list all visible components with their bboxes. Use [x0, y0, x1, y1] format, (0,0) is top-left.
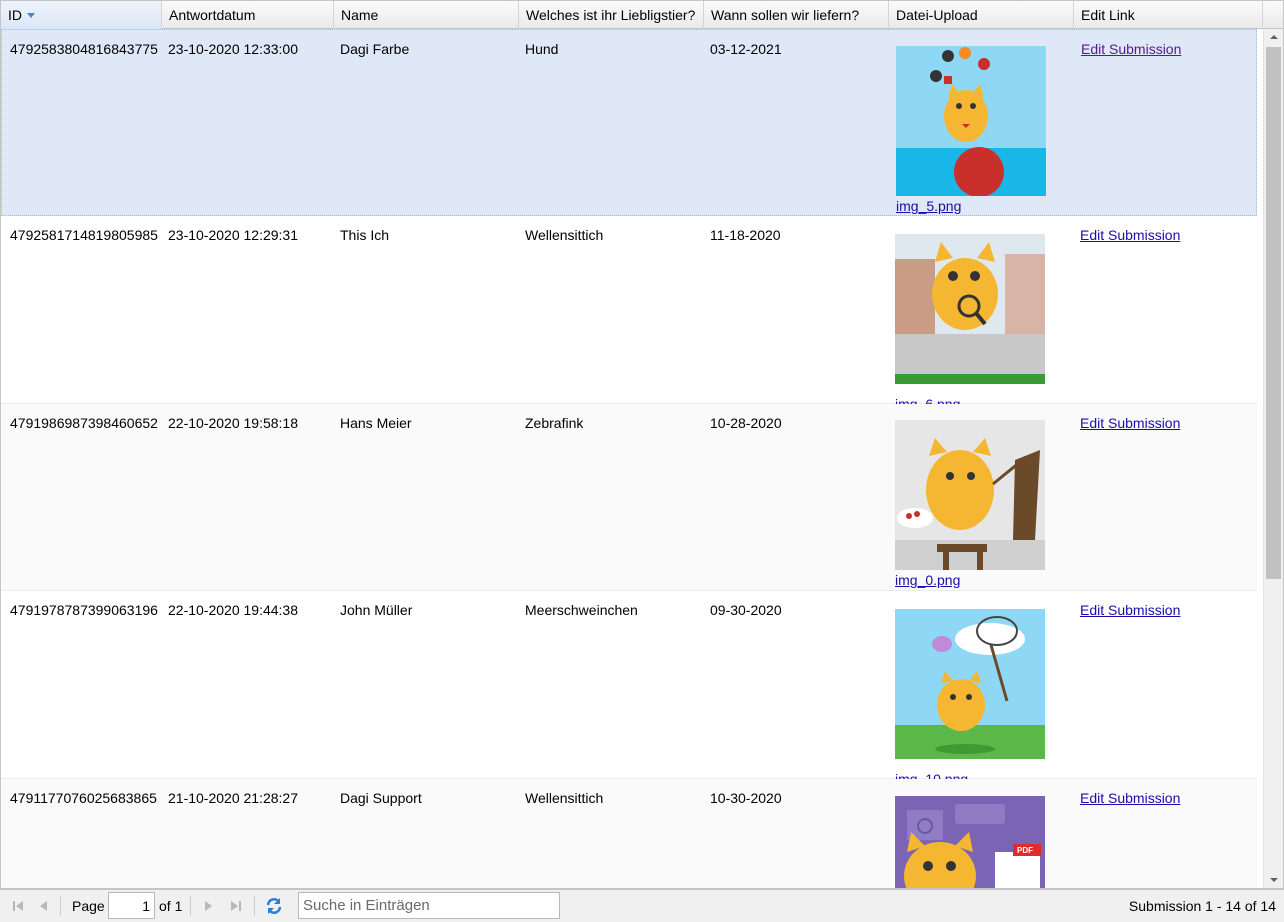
page-number-input[interactable]: [108, 892, 155, 919]
edit-submission-link[interactable]: Edit Submission: [1080, 415, 1180, 431]
cell-date: 21-10-2020 21:28:27: [168, 790, 298, 806]
cell-delivery: 11-18-2020: [710, 227, 781, 243]
file-link[interactable]: img_0.png: [895, 572, 960, 588]
search-input[interactable]: [298, 892, 560, 919]
scroll-up-arrow-icon[interactable]: [1264, 29, 1283, 45]
edit-submission-link[interactable]: Edit Submission: [1080, 227, 1180, 243]
cell-name: Dagi Farbe: [340, 41, 410, 57]
next-page-icon[interactable]: [200, 898, 216, 914]
column-header-name[interactable]: Name: [334, 1, 519, 29]
upload-thumbnail[interactable]: [895, 234, 1045, 384]
cell-date: 23-10-2020 12:33:00: [168, 41, 298, 57]
cell-delivery: 10-30-2020: [710, 790, 782, 806]
vertical-scrollbar[interactable]: [1263, 29, 1283, 888]
cell-animal: Wellensittich: [525, 790, 604, 806]
cell-id: 4792583804816843775: [10, 41, 158, 57]
sort-descending-icon: [27, 13, 35, 18]
edit-submission-link[interactable]: Edit Submission: [1081, 41, 1181, 57]
table-row[interactable]: 4791986987398460652 22-10-2020 19:58:18 …: [1, 404, 1257, 591]
upload-thumbnail[interactable]: PDF: [895, 796, 1045, 888]
cell-animal: Zebrafink: [525, 415, 584, 431]
toolbar-separator: [60, 896, 61, 916]
column-header-datei-upload[interactable]: Datei-Upload: [889, 1, 1074, 29]
result-summary: Submission 1 - 14 of 14: [1128, 898, 1276, 914]
paging-toolbar: Page of 1 Submission 1 - 14 of 14: [0, 889, 1284, 922]
file-link[interactable]: img_5.png: [896, 198, 961, 214]
cell-name: John Müller: [340, 602, 413, 618]
cell-animal: Meerschweinchen: [525, 602, 638, 618]
cell-id: 4791978787399063196: [10, 602, 158, 618]
cell-date: 22-10-2020 19:58:18: [168, 415, 298, 431]
cell-animal: Wellensittich: [525, 227, 604, 243]
column-header-id[interactable]: ID: [1, 1, 162, 29]
column-header-lieblingstier[interactable]: Welches ist ihr Liebligstier?: [519, 1, 704, 29]
submissions-grid: ID Antwortdatum Name Welches ist ihr Lie…: [0, 0, 1284, 889]
column-header-liefern[interactable]: Wann sollen wir liefern?: [704, 1, 889, 29]
first-page-icon[interactable]: [10, 898, 26, 914]
cell-id: 4792581714819805985: [10, 227, 158, 243]
refresh-icon[interactable]: [264, 896, 284, 916]
cell-id: 4791177076025683865: [10, 790, 157, 806]
scrollbar-thumb[interactable]: [1266, 47, 1281, 579]
cell-delivery: 03-12-2021: [710, 41, 782, 57]
upload-thumbnail[interactable]: [895, 420, 1045, 570]
pdf-badge-text: PDF: [1017, 846, 1033, 855]
grid-body: 4792583804816843775 23-10-2020 12:33:00 …: [1, 29, 1257, 888]
scroll-down-arrow-icon[interactable]: [1264, 872, 1283, 888]
toolbar-separator: [254, 896, 255, 916]
table-row[interactable]: 4791177076025683865 21-10-2020 21:28:27 …: [1, 779, 1257, 888]
page-count-label: of 1: [159, 898, 183, 914]
last-page-icon[interactable]: [228, 898, 244, 914]
cell-delivery: 09-30-2020: [710, 602, 782, 618]
previous-page-icon[interactable]: [36, 898, 52, 914]
edit-submission-link[interactable]: Edit Submission: [1080, 790, 1180, 806]
column-header-antwortdatum[interactable]: Antwortdatum: [162, 1, 334, 29]
upload-thumbnail[interactable]: [895, 609, 1045, 759]
cell-name: Dagi Support: [340, 790, 422, 806]
table-row[interactable]: 4792583804816843775 23-10-2020 12:33:00 …: [1, 29, 1257, 216]
cell-delivery: 10-28-2020: [710, 415, 782, 431]
table-row[interactable]: 4792581714819805985 23-10-2020 12:29:31 …: [1, 216, 1257, 412]
page-label: Page: [72, 898, 105, 914]
cell-date: 22-10-2020 19:44:38: [168, 602, 298, 618]
cell-id: 4791986987398460652: [10, 415, 158, 431]
grid-header: ID Antwortdatum Name Welches ist ihr Lie…: [1, 1, 1283, 29]
column-header-edit-link[interactable]: Edit Link: [1074, 1, 1263, 29]
cell-name: This Ich: [340, 227, 390, 243]
column-header-label: ID: [8, 7, 22, 23]
toolbar-separator: [190, 896, 191, 916]
table-row[interactable]: 4791978787399063196 22-10-2020 19:44:38 …: [1, 591, 1257, 787]
edit-submission-link[interactable]: Edit Submission: [1080, 602, 1180, 618]
cell-name: Hans Meier: [340, 415, 412, 431]
cell-date: 23-10-2020 12:29:31: [168, 227, 298, 243]
cell-animal: Hund: [525, 41, 559, 57]
upload-thumbnail[interactable]: [896, 46, 1046, 196]
